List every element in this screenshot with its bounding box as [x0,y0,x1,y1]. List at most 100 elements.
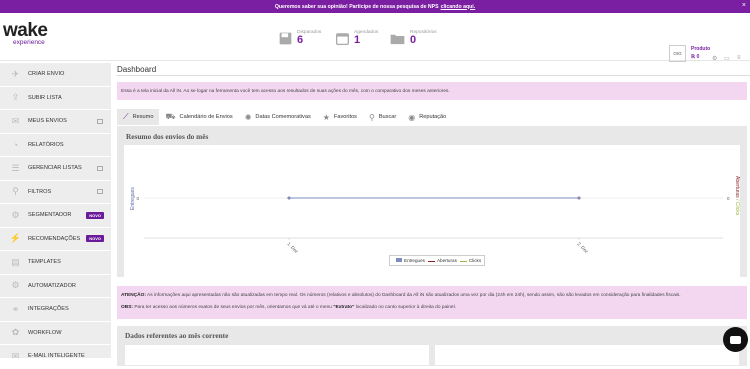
warning-text: As informações aqui apresentadas não são… [147,293,681,298]
y-right-label: Aberturas / Clicks [734,176,740,216]
tab-chart-line[interactable]: ⟋ Resumo [117,109,160,125]
filter-icon: ⚲ [12,186,19,197]
legend-label: Aberturas [436,258,457,263]
sidebar-item-label: WORKFLOW [28,329,62,336]
party-icon: ✺ [244,112,252,122]
legend-item[interactable]: Clicks [457,258,481,263]
stat-value: 6 [297,34,304,46]
legend-item[interactable]: Aberturas [425,258,457,263]
send-icon: ✈ [11,68,20,79]
tab-label: Reputação [419,114,447,120]
tab-star[interactable]: ★ Favoritos [317,109,363,125]
data-card [125,345,429,365]
sidebar-item-smart-mail[interactable]: ✉ E-MAIL INTELIGENTE [0,345,111,369]
folder-icon [390,34,405,45]
tab-label: Favoritos [333,114,357,120]
top-header: wake experience Disparados 6 Agendados 1 R… [0,13,750,62]
tab-search[interactable]: ⚲ Buscar [363,109,402,125]
sidebar-item-filter[interactable]: ⚲ FILTROS [0,181,111,204]
sidebar-item-label: TEMPLATES [28,259,61,266]
profile-avatar[interactable]: OIG [669,45,686,62]
recommend-icon: ⚡ [9,233,22,244]
sidebar-item-recommend[interactable]: ⚡ RECOMENDAÇÕES NOVO [0,228,111,251]
star-icon: ★ [322,112,330,122]
chart-line-icon: ⟋ [123,112,129,121]
sidebar-item-label: FILTROS [28,188,52,195]
legend-label: Entregues [404,258,425,263]
menu-icon[interactable]: ≡ [737,55,741,61]
sidebar-item-workflow[interactable]: ✿ WORKFLOW [0,322,111,345]
sidebar-item-template[interactable]: ▤ TEMPLATES [0,251,111,275]
obs-bold: OBS: [121,304,133,310]
tab-truck[interactable]: ⛟ Calendário de Envios [159,109,238,125]
expand-icon[interactable] [97,118,103,124]
summary-panel: Resumo dos envios do mês 0 0 Entregues Aber… [117,126,747,280]
main-content: Dashboard Essa é a tela inicial da All i… [117,63,750,366]
cart-icon[interactable]: ▭ [724,55,730,62]
automation-icon: ⚙ [11,280,20,291]
nps-text: Queremos saber sua opinião! Participe de… [274,3,439,10]
nps-link[interactable]: clicando aqui. [441,4,476,10]
stat-agendados[interactable]: Agendados 1 [336,30,378,46]
logo-sub: experience [13,39,45,46]
integration-icon: ⚭ [11,303,20,314]
list-icon: ☰ [11,162,20,173]
sidebar-item-label: E-MAIL INTELIGENTE [28,353,85,360]
workflow-icon: ✿ [11,327,20,338]
sidebar-item-list[interactable]: ☰ GERENCIAR LISTAS [0,157,111,181]
sidebar-item-integration[interactable]: ⚭ INTEGRAÇÕES [0,298,111,322]
legend-label: Clicks [468,258,482,263]
upload-icon: ⇪ [11,92,20,103]
stat-repositorios[interactable]: Repositórios 0 [390,30,437,46]
logo-word: wake [3,20,48,41]
product-info[interactable]: Produto ℝ 0 [691,46,710,60]
legend-swatch [427,261,435,262]
x-tick-label: 1. Dez [286,241,299,254]
warning-box: ATENÇÃO: As informações aqui apresentada… [117,286,747,319]
mail-icon: ✉ [11,115,20,126]
expand-icon[interactable] [97,189,103,195]
stat-disparados[interactable]: Disparados 6 [279,30,321,46]
data-card [435,345,739,365]
sidebar-item-label: RELATÓRIOS [28,141,64,148]
sidebar-item-segment[interactable]: ⚙ SEGMENTADOR NOVO [0,204,111,228]
sidebar-item-label: CRIAR ENVIO [28,71,65,78]
y-left-label: Entregues [130,187,136,210]
sidebar-item-label: SEGMENTADOR [28,212,72,219]
new-badge: NOVO [86,211,104,219]
tab-label: Calendário de Envios [179,114,233,120]
stat-value: 1 [354,34,361,46]
logo[interactable]: wake experience [3,20,48,46]
chart-svg: 0 0EntreguesAberturas / Clicks1. Dez 2. De… [130,176,740,255]
chart-legend[interactable]: Entregues Aberturas Clicks [389,255,486,266]
tab-bar: ⟋ Resumo ⛟ Calendário de Envios ✺ Datas Comem… [117,108,750,126]
tab-party[interactable]: ✺ Datas Comemorativas [239,109,317,125]
expand-icon[interactable] [97,165,103,171]
close-icon[interactable]: × [742,2,746,9]
data-panel: Dados referentes ao mês corrente [117,326,747,366]
sidebar-item-label: RECOMENDAÇÕES [28,235,81,242]
sidebar-item-label: SUBIR LISTA [28,94,62,101]
tab-label: Resumo [132,114,154,120]
sidebar-item-label: GERENCIAR LISTAS [28,165,82,172]
legend-item[interactable]: Entregues [393,258,425,263]
tab-label: Datas Comemorativas [255,114,311,120]
gear-icon[interactable]: ⚙ [712,55,717,62]
search-icon: ⚲ [368,112,375,122]
segment-icon: ⚙ [11,209,20,220]
sidebar-item-automation[interactable]: ⚙ AUTOMATIZADOR [0,275,111,298]
x-tick-label: 2. Dez [576,241,589,254]
y-right-tick: 0 [727,196,730,201]
reputation-icon: ◉ [408,112,416,122]
warning-bold: ATENÇÃO: [121,293,146,298]
sidebar-item-send[interactable]: ✈ CRIAR ENVIO [0,63,111,87]
tab-label: Buscar [378,114,397,120]
info-banner: Essa é a tela inicial da All iN. Ao se l… [117,82,747,100]
tab-reputation[interactable]: ◉ Reputação [402,109,452,125]
sidebar-item-upload[interactable]: ⇪ SUBIR LISTA [0,87,111,110]
sidebar-item-chart[interactable]: ◔ RELATÓRIOS [0,134,111,157]
new-badge: NOVO [86,235,104,243]
sidebar-item-mail[interactable]: ✉ MEUS ENVIOS [0,110,111,134]
sidebar-item-label: MEUS ENVIOS [28,118,67,125]
chat-button[interactable] [723,327,748,352]
